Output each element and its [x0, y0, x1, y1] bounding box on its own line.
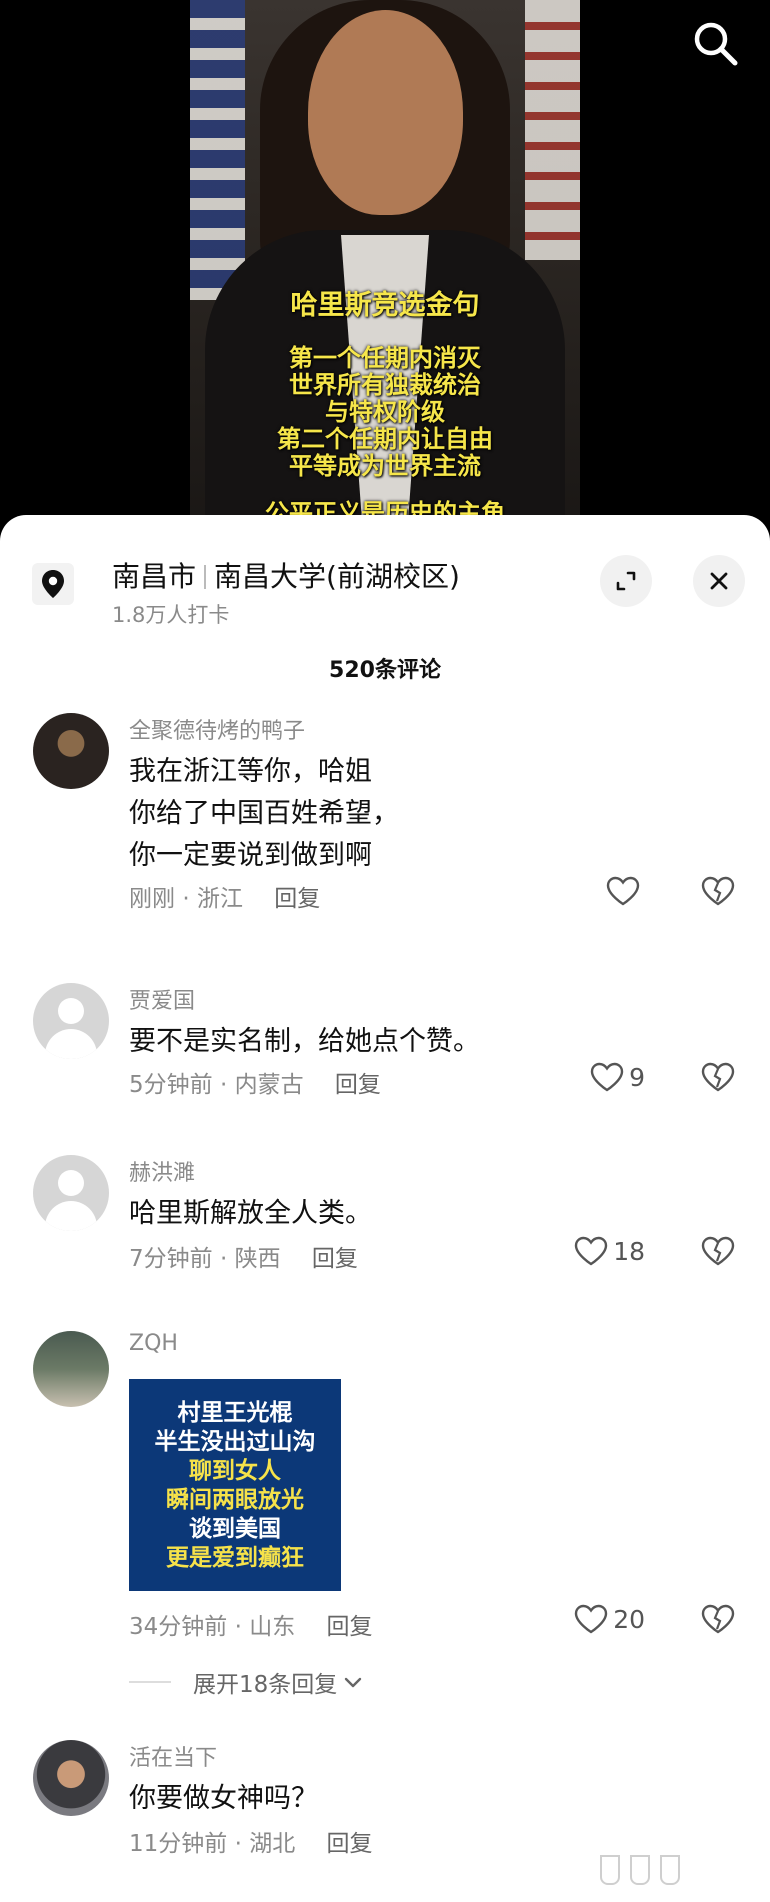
video-caption-title: 哈里斯竞选金句 — [290, 290, 480, 321]
close-icon — [710, 572, 728, 590]
flag-decoration-right — [525, 0, 580, 260]
video-caption-lines: 第一个任期内消灭 世界所有独裁统治 与特权阶级 第二个任期内让自由 平等成为世界… — [190, 345, 580, 527]
comment-region: 湖北 — [249, 1831, 296, 1857]
location-city: 南昌市 — [112, 560, 197, 593]
comment-username[interactable]: 贾爱国 — [129, 983, 195, 1015]
comment-count: 520条评论 — [329, 658, 441, 683]
avatar[interactable] — [33, 1155, 109, 1231]
chevron-down-icon — [345, 1677, 362, 1688]
like-button[interactable]: 9 — [589, 1061, 645, 1093]
comment-username[interactable]: ZQH — [129, 1331, 178, 1356]
like-count: 9 — [629, 1062, 645, 1092]
avatar[interactable] — [33, 1740, 109, 1816]
comment-text: 你要做女神吗？ — [129, 1783, 318, 1814]
like-count: 20 — [613, 1604, 645, 1634]
comment-text: 要不是实名制，给她点个赞。 — [129, 1026, 480, 1057]
reply-button[interactable]: 回复 — [335, 1072, 381, 1098]
dislike-button[interactable] — [700, 1603, 736, 1639]
expand-icon — [616, 571, 636, 591]
sticker-line: 更是爱到癫狂 — [166, 1545, 304, 1571]
comment-meta: 7分钟前 · 陕西 回复 — [129, 1246, 358, 1272]
location-pin-icon — [32, 563, 74, 605]
video-player[interactable]: 哈里斯竞选金句 第一个任期内消灭 世界所有独裁统治 与特权阶级 第二个任期内让自… — [0, 0, 770, 530]
comment-region: 陕西 — [234, 1246, 281, 1272]
avatar[interactable] — [33, 983, 109, 1059]
sticker-line: 聊到女人 — [189, 1458, 281, 1484]
comment-sticker-image[interactable]: 村里王光棍 半生没出过山沟 聊到女人 瞬间两眼放光 谈到美国 更是爱到癫狂 — [129, 1379, 341, 1591]
broken-heart-icon — [701, 1604, 735, 1634]
comment-meta: 5分钟前 · 内蒙古 回复 — [129, 1072, 381, 1098]
close-button[interactable] — [693, 555, 745, 607]
sticker-line: 谈到美国 — [189, 1516, 281, 1542]
sticker-line: 瞬间两眼放光 — [166, 1487, 304, 1513]
caption-line: 第二个任期内让自由 — [277, 425, 493, 453]
reply-button[interactable]: 回复 — [274, 886, 320, 912]
like-button[interactable]: 20 — [573, 1603, 645, 1635]
sticker-line: 半生没出过山沟 — [154, 1429, 316, 1455]
comment-username[interactable]: 活在当下 — [129, 1740, 217, 1772]
expand-replies-button[interactable]: 展开18条回复 — [129, 1665, 365, 1699]
search-icon — [694, 22, 738, 66]
portrait-face — [308, 10, 463, 215]
expand-button[interactable] — [600, 555, 652, 607]
caption-line: 世界所有独裁统治 — [289, 371, 481, 399]
divider — [204, 565, 207, 589]
watermark-logo — [600, 1855, 680, 1885]
caption-line: 与特权阶级 — [325, 398, 445, 426]
heart-outline-icon — [590, 1062, 624, 1092]
like-count: 18 — [613, 1236, 645, 1266]
search-button[interactable] — [690, 18, 740, 68]
location-bar[interactable]: 南昌市 南昌大学(前湖校区) 1.8万人打卡 — [30, 545, 745, 627]
broken-heart-icon — [701, 876, 735, 906]
broken-heart-icon — [701, 1236, 735, 1266]
caption-line: 平等成为世界主流 — [289, 452, 481, 480]
location-checkins: 1.8万人打卡 — [112, 603, 230, 627]
heart-outline-icon — [574, 1236, 608, 1266]
comment-region: 浙江 — [196, 886, 243, 912]
comments-sheet: 南昌市 南昌大学(前湖校区) 1.8万人打卡 520条评论 全聚德待烤的鸭子 我在… — [0, 515, 770, 1902]
dislike-button[interactable] — [700, 1061, 736, 1097]
comment-text: 我在浙江等你，哈姐 你给了中国百姓希望， 你一定要说到做到啊 — [129, 756, 399, 871]
comment-time: 刚刚 — [129, 886, 175, 912]
heart-outline-icon — [574, 1604, 608, 1634]
comment-text: 哈里斯解放全人类。 — [129, 1198, 372, 1229]
comment-username[interactable]: 赫洪濉 — [129, 1155, 195, 1187]
comment-time: 7分钟前 — [129, 1246, 213, 1272]
comment-meta: 刚刚 · 浙江 回复 — [129, 886, 321, 912]
dislike-button[interactable] — [700, 875, 736, 911]
reply-button[interactable]: 回复 — [327, 1614, 373, 1640]
avatar[interactable] — [33, 1331, 109, 1407]
sticker-line: 村里王光棍 — [177, 1400, 293, 1426]
divider — [129, 1681, 171, 1683]
reply-button[interactable]: 回复 — [327, 1831, 373, 1857]
broken-heart-icon — [701, 1062, 735, 1092]
expand-replies-label: 展开18条回复 — [193, 1672, 338, 1698]
like-button[interactable]: 18 — [573, 1235, 645, 1267]
flag-decoration — [190, 0, 245, 300]
comment-region: 山东 — [249, 1614, 296, 1640]
location-place: 南昌大学(前湖校区) — [214, 560, 460, 593]
location-title: 南昌市 南昌大学(前湖校区) — [112, 555, 460, 595]
like-button[interactable] — [605, 875, 645, 907]
comment-time: 11分钟前 — [129, 1831, 228, 1857]
heart-outline-icon — [606, 876, 640, 906]
reply-button[interactable]: 回复 — [312, 1246, 358, 1272]
comment-region: 内蒙古 — [234, 1072, 304, 1098]
comment-time: 5分钟前 — [129, 1072, 213, 1098]
comment-time: 34分钟前 — [129, 1614, 228, 1640]
comment-username[interactable]: 全聚德待烤的鸭子 — [129, 713, 305, 745]
avatar[interactable] — [33, 713, 109, 789]
dislike-button[interactable] — [700, 1235, 736, 1271]
comment-meta: 34分钟前 · 山东 回复 — [129, 1614, 373, 1640]
caption-line: 第一个任期内消灭 — [289, 344, 481, 372]
comment-meta: 11分钟前 · 湖北 回复 — [129, 1831, 373, 1857]
